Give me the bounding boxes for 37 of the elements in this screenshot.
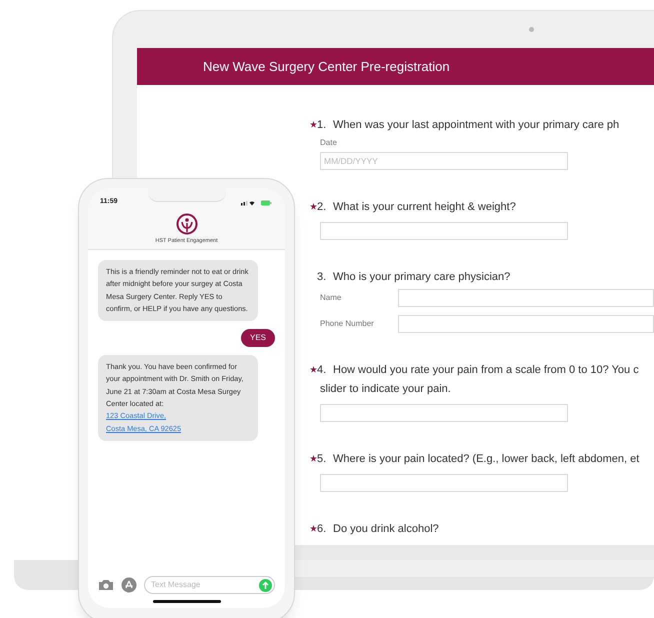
question-number: 5. — [317, 452, 328, 467]
field-label: Date — [320, 137, 338, 149]
input-field[interactable] — [398, 289, 654, 307]
input-field[interactable]: MM/DD/YYYY — [320, 152, 568, 170]
status-icons — [241, 199, 273, 206]
input-field[interactable] — [320, 474, 568, 492]
question-text: When was your last appointment with your primary care ph — [333, 118, 620, 133]
message-field[interactable]: Text Message — [144, 576, 275, 594]
field-placeholder: MM/DD/YYYY — [324, 154, 378, 168]
home-indicator — [152, 600, 220, 603]
question-number: 3. — [317, 270, 328, 285]
question-number: 1. — [317, 118, 328, 133]
question-text: What is your current height & weight? — [333, 200, 516, 215]
question-text: Do you drink alcohol? — [333, 522, 439, 537]
form-title: New Wave Surgery Center Pre-registration — [203, 58, 450, 76]
required-star-icon — [310, 524, 317, 532]
input-field[interactable] — [320, 404, 568, 422]
question-number: 4. — [317, 363, 328, 378]
message-placeholder: Text Message — [151, 579, 200, 591]
question-text: How would you rate your pain from a scale from 0 to 10? You c — [333, 363, 639, 378]
input-field[interactable] — [320, 222, 568, 240]
question-text: Where is your pain located? (E.g., lower back, left abdomen, et — [333, 452, 640, 467]
required-star-icon — [310, 366, 317, 372]
outgoing-message: YES — [240, 329, 275, 348]
required-star-icon — [310, 454, 317, 462]
send-icon[interactable] — [259, 578, 272, 592]
required-star-icon — [310, 120, 317, 128]
input-field[interactable] — [398, 315, 654, 333]
question-text: slider to indicate your pain. — [320, 382, 451, 397]
field-label: Phone Number — [320, 318, 375, 330]
question-number: 2. — [317, 200, 328, 215]
app-store-icon[interactable] — [121, 577, 137, 593]
question-number: 6. — [317, 522, 328, 537]
field-label: Name — [320, 292, 342, 304]
question-text: Who is your primary care physician? — [333, 270, 510, 285]
required-star-icon — [310, 202, 317, 210]
logo-icon — [176, 213, 198, 235]
